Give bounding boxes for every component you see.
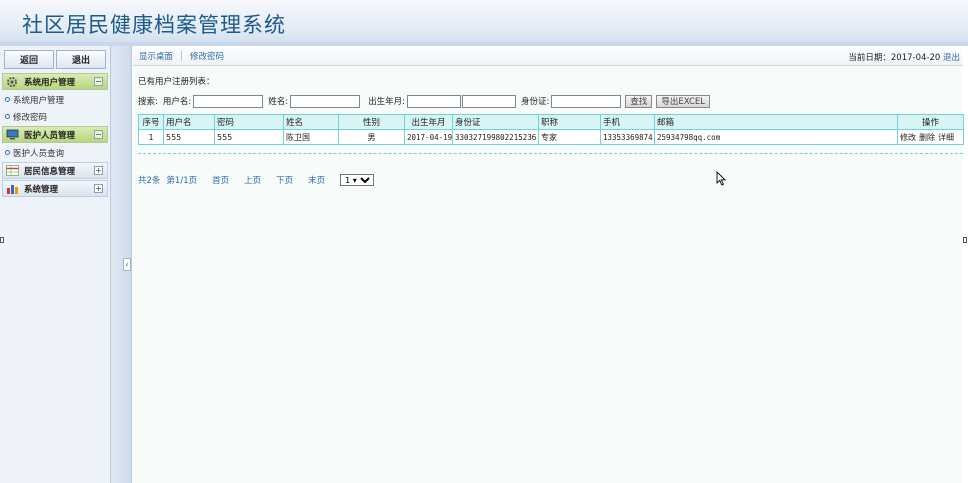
- sidebar-item-label: 医护人员查询: [13, 148, 65, 159]
- gear-icon: [6, 76, 20, 87]
- column-header[interactable]: 出生年月: [404, 114, 453, 130]
- main-content: 显示桌面 修改密码 当前日期：2017-04-20 退出 已有用户注册列表： 搜…: [133, 46, 964, 483]
- search-bar: 搜索: 用户名: 姓名: 出生年月: 身份证: 查找 导出EXCEL: [138, 93, 958, 109]
- menu-group-label: 系统管理: [24, 184, 59, 195]
- cell-title: 专家: [538, 129, 601, 145]
- table-header-row: 序号 用户名 密码 姓名 性别 出生年月 身份证 职称 手机 邮箱 操作: [138, 114, 964, 130]
- birth-from-input[interactable]: [407, 94, 461, 108]
- cell-birth: 2017-04-19: [404, 129, 453, 145]
- section-title: 已有用户注册列表：: [138, 77, 215, 87]
- sidebar: 返回 退出 系统用户管理 − 系统用户管理 修改密码 医护人员管理 − 医护人员…: [0, 46, 111, 483]
- column-header[interactable]: 职称: [538, 114, 601, 130]
- menu-group-system-users[interactable]: 系统用户管理 −: [2, 73, 108, 90]
- main-topbar: 显示桌面 修改密码 当前日期：2017-04-20 退出: [133, 46, 963, 66]
- table-icon: [6, 165, 20, 176]
- bullet-icon: [5, 97, 10, 102]
- sidebar-item-staff-query[interactable]: 医护人员查询: [0, 144, 110, 161]
- cell-phone: 13353369874: [600, 129, 655, 145]
- collapse-toggle-icon[interactable]: −: [94, 130, 103, 139]
- current-date-label: 当前日期：2017-04-20: [848, 53, 941, 63]
- sidebar-top-buttons: 返回 退出: [0, 46, 110, 72]
- cell-password: 555: [214, 129, 284, 145]
- resize-handle-left[interactable]: [0, 237, 4, 243]
- cell-index: 1: [138, 129, 164, 145]
- username-input[interactable]: [193, 94, 264, 108]
- column-header[interactable]: 姓名: [283, 114, 339, 130]
- menu-group-label: 医护人员管理: [24, 130, 76, 141]
- edit-link[interactable]: 修改: [900, 133, 916, 142]
- tab-change-password[interactable]: 修改密码: [190, 50, 224, 62]
- menu-group-label: 居民信息管理: [24, 166, 76, 177]
- prev-page-link[interactable]: 上页: [244, 174, 261, 186]
- sidebar-item-label: 修改密码: [13, 112, 48, 123]
- bullet-icon: [5, 150, 10, 155]
- search-prefix-label: 搜索:: [138, 97, 158, 107]
- sidebar-item-label: 系统用户管理: [13, 95, 65, 106]
- export-excel-button[interactable]: 导出EXCEL: [656, 94, 711, 108]
- chevron-left-icon[interactable]: ‹: [123, 258, 131, 271]
- total-count: 共2条: [138, 176, 161, 186]
- pagination: 共2条 第1/1页 首页 上页 下页 末页 1 ▾: [138, 174, 375, 186]
- column-header[interactable]: 操作: [897, 114, 964, 130]
- table-bottom-border: [138, 147, 963, 154]
- resize-handle-right[interactable]: [963, 237, 967, 243]
- cell-operations: 修改 删除 详细: [897, 129, 964, 145]
- username-label: 用户名:: [162, 97, 192, 107]
- column-header[interactable]: 性别: [338, 114, 405, 130]
- last-page-link[interactable]: 末页: [308, 174, 325, 186]
- name-label: 姓名:: [268, 97, 289, 107]
- column-header[interactable]: 序号: [138, 114, 164, 130]
- expand-toggle-icon[interactable]: +: [94, 166, 103, 175]
- table-row[interactable]: 1 555 555 陈卫国 男 2017-04-19 3303271998022…: [138, 129, 964, 145]
- cell-name: 陈卫国: [283, 129, 339, 145]
- menu-group-system-management[interactable]: 系统管理 +: [2, 180, 108, 197]
- bullet-icon: [5, 114, 10, 119]
- bar-chart-icon: [6, 183, 20, 194]
- tab-show-desktop[interactable]: 显示桌面: [139, 50, 173, 62]
- user-table: 序号 用户名 密码 姓名 性别 出生年月 身份证 职称 手机 邮箱 操作 1 5…: [138, 114, 964, 145]
- column-header[interactable]: 用户名: [163, 114, 215, 130]
- birth-to-input[interactable]: [462, 94, 516, 108]
- cell-idcard: 330327199802215236: [452, 129, 539, 145]
- current-date: 当前日期：2017-04-20 退出: [848, 51, 960, 63]
- sidebar-item-change-password[interactable]: 修改密码: [0, 108, 110, 125]
- app-header: 社区居民健康档案管理系统: [0, 0, 968, 46]
- idcard-input[interactable]: [551, 94, 622, 108]
- monitor-icon: [6, 129, 20, 140]
- expand-toggle-icon[interactable]: +: [94, 184, 103, 193]
- logout-button[interactable]: 退出: [56, 49, 106, 69]
- column-header[interactable]: 邮箱: [654, 114, 898, 130]
- menu-group-resident-info[interactable]: 居民信息管理 +: [2, 162, 108, 179]
- column-header[interactable]: 身份证: [452, 114, 539, 130]
- menu-group-medical-staff[interactable]: 医护人员管理 −: [2, 126, 108, 143]
- detail-link[interactable]: 详细: [938, 133, 954, 142]
- next-page-link[interactable]: 下页: [276, 174, 293, 186]
- topbar-logout-link[interactable]: 退出: [943, 53, 960, 63]
- collapse-toggle-icon[interactable]: −: [94, 77, 103, 86]
- mouse-cursor-icon: [716, 171, 726, 186]
- cell-username: 555: [163, 129, 215, 145]
- back-button[interactable]: 返回: [4, 49, 54, 69]
- column-header[interactable]: 密码: [214, 114, 284, 130]
- first-page-link[interactable]: 首页: [212, 174, 229, 186]
- birth-label: 出生年月:: [368, 97, 405, 107]
- search-button[interactable]: 查找: [625, 94, 653, 108]
- name-input[interactable]: [290, 94, 361, 108]
- delete-link[interactable]: 删除: [919, 133, 935, 142]
- cell-gender: 男: [338, 129, 405, 145]
- sidebar-item-system-users[interactable]: 系统用户管理: [0, 91, 110, 108]
- idcard-label: 身份证:: [521, 97, 550, 107]
- column-header[interactable]: 手机: [600, 114, 655, 130]
- cell-email: 25934798qq.com: [654, 129, 898, 145]
- app-title: 社区居民健康档案管理系统: [22, 13, 286, 37]
- tab-divider: [181, 50, 183, 61]
- menu-group-label: 系统用户管理: [24, 77, 76, 88]
- page-info: 第1/1页: [166, 176, 198, 186]
- page-select[interactable]: 1 ▾: [340, 174, 375, 186]
